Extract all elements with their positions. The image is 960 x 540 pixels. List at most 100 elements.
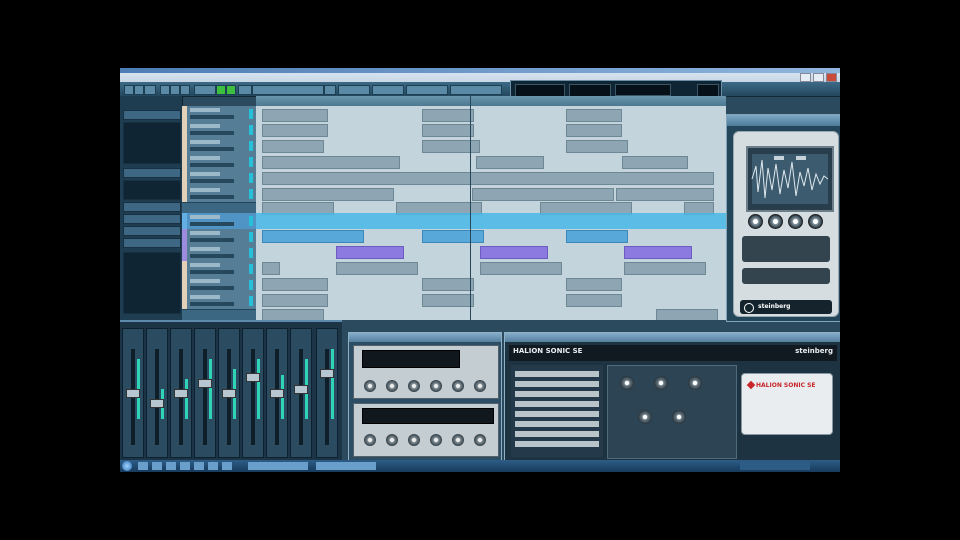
inspector-output[interactable]: [123, 180, 181, 200]
toolbar-button[interactable]: [170, 85, 180, 95]
effect-knob[interactable]: [364, 434, 376, 446]
audio-event[interactable]: [422, 294, 474, 307]
channel-strip[interactable]: [218, 328, 240, 458]
channel-strip[interactable]: [146, 328, 168, 458]
taskbar-app[interactable]: [152, 462, 162, 470]
audio-event[interactable]: [422, 124, 474, 137]
effect-knob[interactable]: [408, 380, 420, 392]
audio-event[interactable]: [622, 156, 688, 169]
track-header[interactable]: [182, 277, 256, 294]
audio-event[interactable]: [616, 188, 714, 201]
taskbar-app[interactable]: [180, 462, 190, 470]
effect-knob[interactable]: [364, 380, 376, 392]
quantize-preset-select[interactable]: [406, 85, 448, 95]
midi-part[interactable]: [336, 246, 404, 259]
audio-event[interactable]: [262, 109, 328, 122]
audio-event[interactable]: [624, 262, 706, 275]
channel-strip[interactable]: [194, 328, 216, 458]
sampler-title-bar[interactable]: [727, 115, 840, 126]
audio-event[interactable]: [476, 156, 544, 169]
track-header[interactable]: [182, 229, 256, 246]
effect-knob[interactable]: [452, 434, 464, 446]
toolbar-button[interactable]: [450, 85, 502, 95]
effect-knob[interactable]: [430, 380, 442, 392]
system-tray[interactable]: [740, 462, 810, 470]
close-icon[interactable]: [826, 73, 837, 82]
track-header[interactable]: [182, 261, 256, 278]
selected-track-lane[interactable]: [256, 213, 726, 229]
program-slot[interactable]: [515, 381, 599, 387]
toolbar-button[interactable]: [194, 85, 216, 95]
channel-strip[interactable]: [242, 328, 264, 458]
audio-event[interactable]: [566, 124, 622, 137]
inspector-notepad[interactable]: [123, 252, 181, 314]
track-header-selected[interactable]: [182, 213, 256, 230]
toolbar-button[interactable]: [180, 85, 190, 95]
taskbar-app[interactable]: [194, 462, 204, 470]
midi-part[interactable]: [480, 246, 548, 259]
audio-event[interactable]: [422, 109, 474, 122]
audio-event[interactable]: [262, 172, 714, 185]
inspector-section[interactable]: [123, 226, 181, 236]
effect-knob[interactable]: [408, 434, 420, 446]
toolbar-toggle[interactable]: [216, 85, 226, 95]
track-header[interactable]: [182, 186, 256, 203]
master-strip[interactable]: [316, 328, 338, 458]
channel-strip[interactable]: [290, 328, 312, 458]
midi-part[interactable]: [624, 246, 692, 259]
sampler-knob[interactable]: [788, 214, 803, 229]
quick-control-knob[interactable]: [638, 410, 652, 424]
program-slot[interactable]: [515, 441, 599, 447]
start-orb-icon[interactable]: [122, 461, 132, 471]
program-slot[interactable]: [515, 411, 599, 417]
maximize-icon[interactable]: [813, 73, 824, 82]
snap-type-select[interactable]: [252, 85, 324, 95]
grid-select[interactable]: [338, 85, 370, 95]
project-cursor[interactable]: [470, 96, 471, 320]
inspector-section[interactable]: [123, 214, 181, 224]
midi-part[interactable]: [262, 230, 364, 243]
audio-event[interactable]: [566, 140, 628, 153]
midi-part[interactable]: [566, 230, 628, 243]
effects-title-bar[interactable]: [349, 333, 501, 342]
toolbar-button[interactable]: [324, 85, 336, 95]
program-slot[interactable]: [515, 391, 599, 397]
audio-event[interactable]: [262, 309, 324, 320]
track-header[interactable]: [182, 245, 256, 262]
quick-control-knob[interactable]: [672, 410, 686, 424]
inspector-section[interactable]: [123, 238, 181, 248]
taskbar-app[interactable]: [166, 462, 176, 470]
waveform-display[interactable]: [746, 146, 834, 212]
track-header[interactable]: [182, 170, 256, 187]
effect-knob[interactable]: [430, 434, 442, 446]
quick-control-knob[interactable]: [654, 376, 668, 390]
taskbar-app[interactable]: [138, 462, 148, 470]
midi-part[interactable]: [422, 230, 484, 243]
program-slot[interactable]: [515, 421, 599, 427]
effect-knob[interactable]: [386, 380, 398, 392]
channel-strip[interactable]: [170, 328, 192, 458]
audio-event[interactable]: [262, 124, 328, 137]
program-slot[interactable]: [515, 371, 599, 377]
channel-strip[interactable]: [122, 328, 144, 458]
taskbar-app[interactable]: [208, 462, 218, 470]
taskbar-app[interactable]: [248, 462, 308, 470]
sampler-knob[interactable]: [748, 214, 763, 229]
track-header[interactable]: [182, 293, 256, 310]
audio-event[interactable]: [656, 309, 718, 320]
audio-event[interactable]: [262, 278, 328, 291]
audio-event[interactable]: [422, 278, 474, 291]
halion-title-bar[interactable]: [505, 333, 840, 342]
toolbar-button[interactable]: [134, 85, 144, 95]
track-header[interactable]: [182, 122, 256, 139]
audio-event[interactable]: [566, 294, 622, 307]
audio-event[interactable]: [262, 294, 328, 307]
track-header[interactable]: [182, 154, 256, 171]
toolbar-toggle[interactable]: [226, 85, 236, 95]
minimize-icon[interactable]: [800, 73, 811, 82]
quick-control-knob[interactable]: [620, 376, 634, 390]
audio-event[interactable]: [262, 262, 280, 275]
channel-strip[interactable]: [266, 328, 288, 458]
audio-event[interactable]: [472, 188, 614, 201]
sampler-knob[interactable]: [768, 214, 783, 229]
